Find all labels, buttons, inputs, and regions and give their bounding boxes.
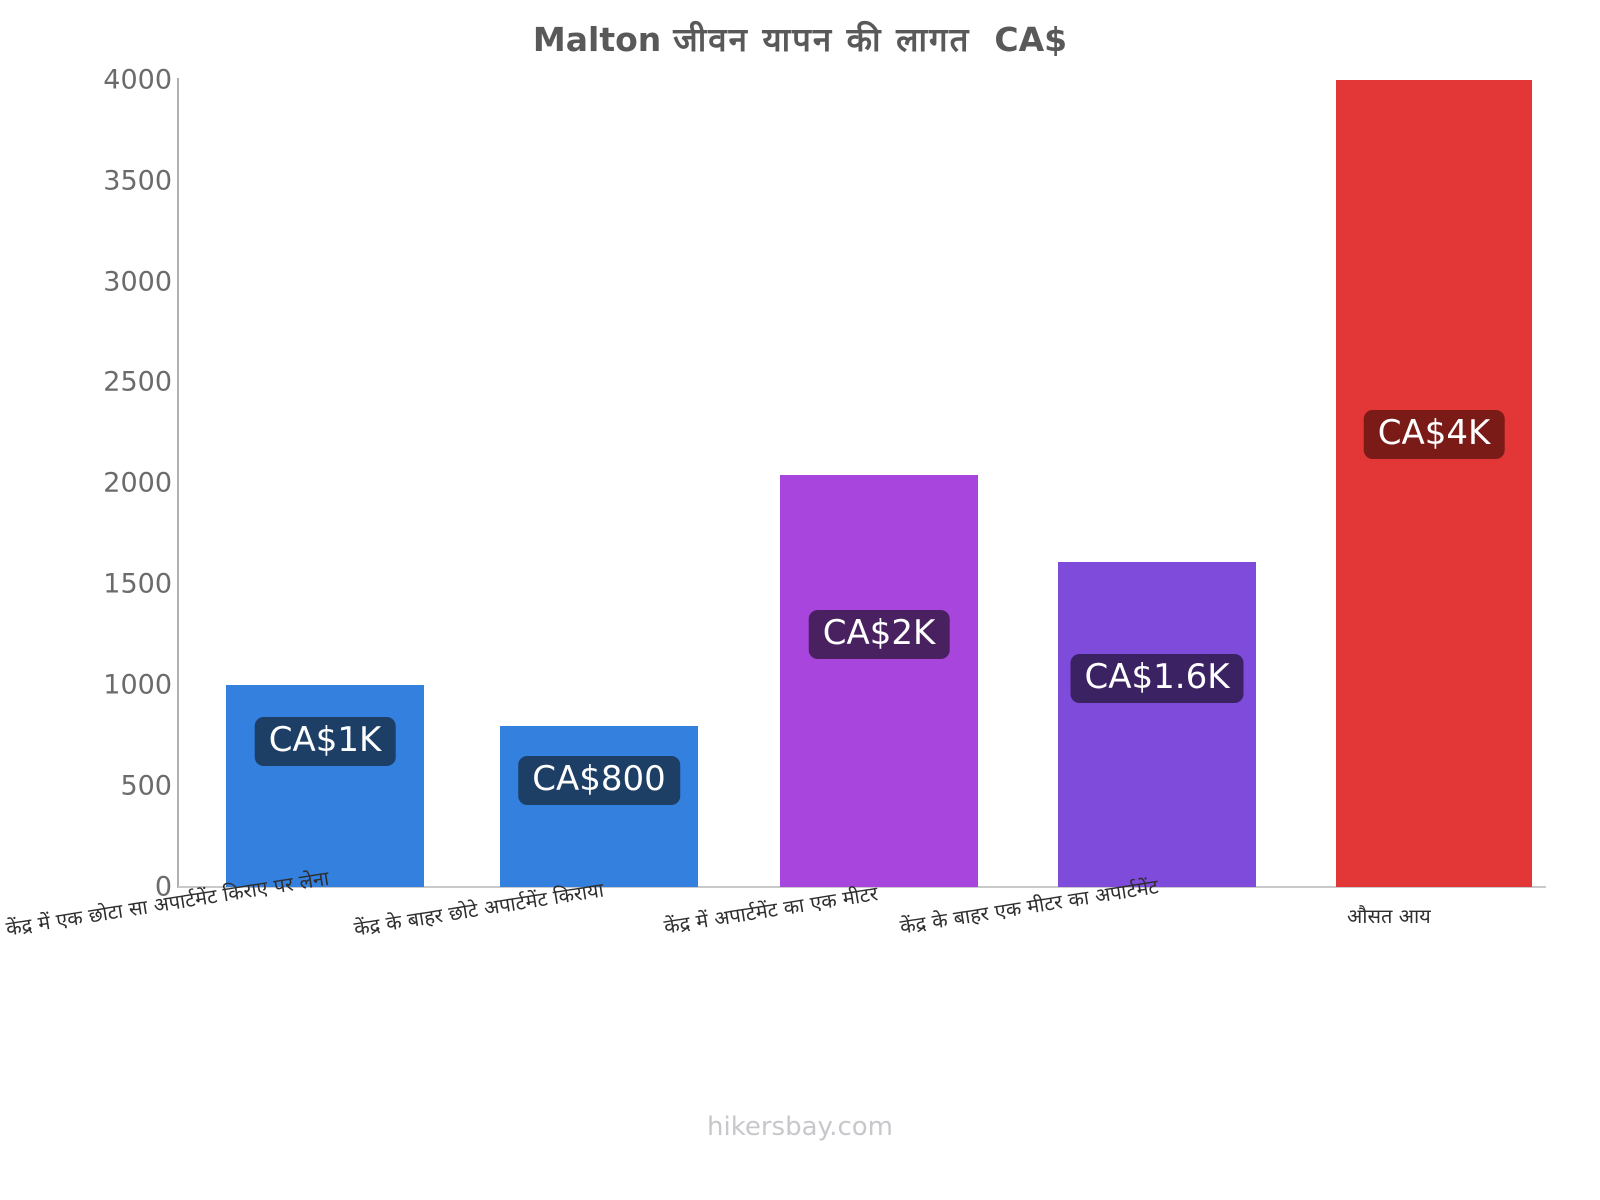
bar-value-label: CA$4K (1363, 410, 1505, 459)
footer-credit: hikersbay.com (707, 1112, 893, 1142)
bar-value-label: CA$1K (254, 717, 396, 767)
chart-title-city: Malton (532, 20, 662, 59)
bar-value-label: CA$2K (808, 610, 950, 660)
bar-rent-small-apartment-outside[interactable]: CA$800 (500, 725, 698, 887)
y-tick-label-500: 500 (120, 770, 172, 802)
y-tick-label-2000: 2000 (103, 467, 172, 499)
bar-average-income[interactable]: CA$4K (1336, 80, 1532, 887)
bar-price-per-meter-outside[interactable]: CA$1.6K (1058, 562, 1256, 887)
bar-value-label: CA$1.6K (1070, 654, 1244, 704)
bar-value-label: CA$800 (518, 755, 680, 805)
bar-price-per-meter-center[interactable]: CA$2K (780, 475, 978, 887)
y-tick-label-1500: 1500 (103, 568, 172, 600)
y-tick-label-3000: 3000 (103, 266, 172, 298)
bar-rent-small-apartment-center[interactable]: CA$1K (226, 685, 424, 887)
y-tick-label-3500: 3500 (103, 165, 172, 197)
y-tick-label-1000: 1000 (103, 669, 172, 701)
y-axis-ticks: 4000 3500 3000 2500 2000 1500 1000 500 0 (78, 65, 257, 903)
chart-title: Malton जीवन यापन की लागत CA$ (0, 16, 1600, 61)
y-tick-label-4000: 4000 (103, 64, 172, 96)
x-axis-label-average-income: औसत आय (1347, 904, 1431, 928)
y-tick-label-2500: 2500 (103, 366, 172, 398)
cost-of-living-bar-chart: Malton जीवन यापन की लागत CA$ 4000 3500 3… (0, 0, 1600, 1200)
x-axis-label-price-per-meter-center: केंद्र में अपार्टमेंट का एक मीटर (662, 881, 880, 939)
chart-title-phrase: जीवन यापन की लागत (673, 20, 971, 59)
chart-title-currency: CA$ (994, 20, 1068, 59)
plot-area: CA$1K CA$800 CA$2K CA$1.6K CA$4K (178, 80, 1546, 887)
